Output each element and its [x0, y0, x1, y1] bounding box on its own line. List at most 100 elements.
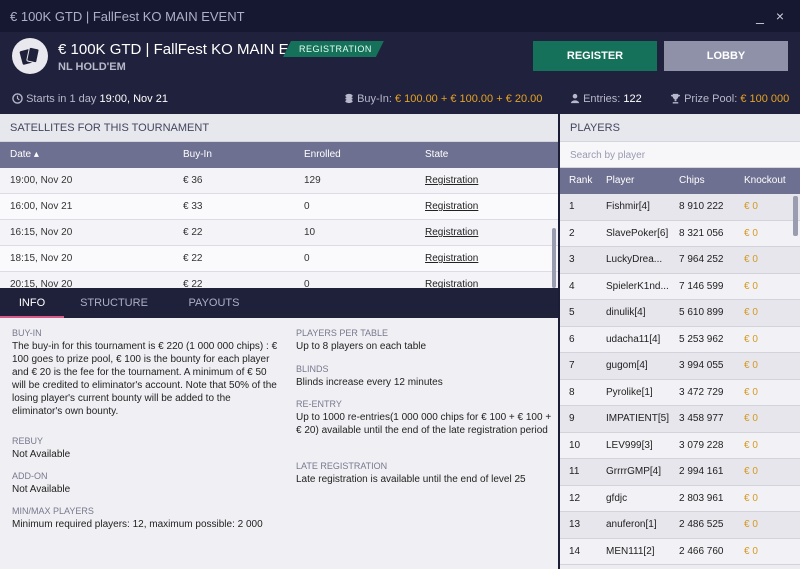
- minimize-button[interactable]: _: [750, 8, 770, 24]
- row-chips: 3 458 977: [679, 413, 724, 424]
- row-rank: 13: [569, 519, 581, 530]
- buy-in-label: Buy-In:: [357, 93, 392, 105]
- row-date: 20:15, Nov 20: [10, 279, 73, 288]
- table-row[interactable]: 8 Pyrolike[1] 3 472 729 € 0: [560, 379, 800, 406]
- lobby-button[interactable]: LOBBY: [664, 41, 788, 71]
- satellites-table-body: 19:00, Nov 20 € 36 129 Registration 16:0…: [0, 168, 558, 288]
- table-row[interactable]: 18:15, Nov 20 € 22 0 Registration: [0, 246, 558, 272]
- row-enrolled: 0: [304, 253, 310, 264]
- table-row[interactable]: 16:15, Nov 20 € 22 10 Registration: [0, 220, 558, 246]
- row-knockout: € 0: [744, 492, 758, 504]
- row-rank: 1: [569, 201, 575, 212]
- col-enrolled[interactable]: Enrolled: [304, 142, 341, 168]
- col-knockout[interactable]: Knockout: [744, 168, 786, 195]
- rebuy-text: Not Available: [12, 449, 71, 460]
- row-chips: 2 486 525: [679, 519, 724, 530]
- row-player: SpielerK1nd...: [606, 280, 669, 292]
- buy-in-heading: BUY-IN: [12, 328, 42, 338]
- entries-value: 122: [623, 93, 642, 105]
- col-date[interactable]: Date ▴: [10, 142, 39, 168]
- table-row[interactable]: 10 LEV999[3] 3 079 228 € 0: [560, 432, 800, 459]
- table-row[interactable]: 6 udacha11[4] 5 253 962 € 0: [560, 326, 800, 353]
- row-chips: 7 964 252: [679, 254, 724, 265]
- row-knockout: € 0: [744, 227, 758, 239]
- player-search-input[interactable]: [560, 142, 800, 168]
- table-row[interactable]: 12 gfdjc 2 803 961 € 0: [560, 485, 800, 512]
- row-rank: 2: [569, 227, 575, 239]
- tab-structure[interactable]: STRUCTURE: [64, 288, 164, 318]
- table-row[interactable]: 3 LuckyDrea... 7 964 252 € 0: [560, 247, 800, 274]
- row-rank: 6: [569, 333, 575, 345]
- table-row[interactable]: 20:15, Nov 20 € 22 0 Registration: [0, 272, 558, 288]
- add-on-text: Not Available: [12, 484, 71, 495]
- game-type: NL HOLD'EM: [58, 61, 126, 73]
- tab-payouts[interactable]: PAYOUTS: [164, 288, 264, 318]
- row-state-link[interactable]: Registration: [425, 246, 478, 272]
- table-row[interactable]: 5 dinulik[4] 5 610 899 € 0: [560, 300, 800, 327]
- satellites-title: SATELLITES FOR THIS TOURNAMENT: [0, 114, 558, 142]
- register-button[interactable]: REGISTER: [533, 41, 657, 71]
- row-chips: 3 472 729: [679, 386, 724, 398]
- row-state-link[interactable]: Registration: [425, 220, 478, 246]
- players-table-body: 1 Fishmir[4] 8 910 222 € 0 2 SlavePoker[6] 8 3…: [560, 194, 800, 565]
- info-tabs: INFO STRUCTURE PAYOUTS: [0, 288, 558, 318]
- min-max-text: Minimum required players: 12, maximum po…: [12, 519, 263, 530]
- row-buy-in: € 22: [183, 227, 203, 238]
- table-row[interactable]: 11 GrrrrGMP[4] 2 994 161 € 0: [560, 459, 800, 486]
- row-chips: 3 994 055: [679, 360, 724, 371]
- tournament-header: € 100K GTD | FallFest KO MAIN E... NL HO…: [0, 32, 800, 82]
- player-search: [560, 142, 800, 168]
- user-icon: [570, 93, 580, 104]
- tournament-infobar: Starts in 1 day 19:00, Nov 21 Buy-In: € …: [0, 82, 800, 114]
- row-player: udacha11[4]: [606, 333, 661, 345]
- close-button[interactable]: ×: [770, 8, 790, 24]
- col-chips[interactable]: Chips: [679, 168, 705, 195]
- table-row[interactable]: 1 Fishmir[4] 8 910 222 € 0: [560, 194, 800, 221]
- table-row[interactable]: 14 MEN111[2] 2 466 760 € 0: [560, 538, 800, 565]
- row-state-link[interactable]: Registration: [425, 194, 478, 220]
- starts-label: Starts in 1 day: [26, 93, 97, 105]
- row-player: gugom[4]: [606, 360, 648, 371]
- row-knockout: € 0: [744, 545, 758, 557]
- row-player: LEV999[3]: [606, 439, 653, 451]
- blinds-text: Blinds increase every 12 minutes: [296, 377, 443, 388]
- row-rank: 14: [569, 545, 581, 557]
- row-player: Fishmir[4]: [606, 201, 650, 212]
- table-row[interactable]: 7 gugom[4] 3 994 055 € 0: [560, 353, 800, 380]
- col-rank[interactable]: Rank: [569, 168, 592, 195]
- window-titlebar: € 100K GTD | FallFest KO MAIN EVENT _ ×: [0, 0, 800, 32]
- players-per-table-text: Up to 8 players on each table: [296, 341, 427, 352]
- col-state[interactable]: State: [425, 142, 448, 168]
- row-state-link[interactable]: Registration: [425, 272, 478, 288]
- row-rank: 11: [569, 466, 580, 477]
- players-panel: PLAYERS Rank Player Chips Knockout 1 Fish…: [560, 114, 800, 569]
- table-row[interactable]: 9 IMPATIENT[5] 3 458 977 € 0: [560, 406, 800, 433]
- table-row[interactable]: 19:00, Nov 20 € 36 129 Registration: [0, 168, 558, 194]
- satellites-scrollbar[interactable]: [552, 228, 556, 288]
- table-row[interactable]: 16:00, Nov 21 € 33 0 Registration: [0, 194, 558, 220]
- tournament-title: € 100K GTD | FallFest KO MAIN E...: [58, 41, 302, 58]
- row-state-link[interactable]: Registration: [425, 168, 478, 194]
- prize-pool-info: Prize Pool: € 100 000: [670, 93, 789, 105]
- row-player: anuferon[1]: [606, 519, 657, 530]
- row-buy-in: € 22: [183, 279, 203, 288]
- row-chips: 2 994 161: [679, 466, 724, 477]
- players-table-header: Rank Player Chips Knockout: [560, 168, 800, 194]
- left-panel: SATELLITES FOR THIS TOURNAMENT Date ▴ Bu…: [0, 114, 558, 569]
- row-date: 16:00, Nov 21: [10, 201, 73, 212]
- row-buy-in: € 33: [183, 201, 203, 212]
- col-player[interactable]: Player: [606, 168, 634, 195]
- buy-in-text: The buy-in for this tournament is € 220 …: [12, 341, 278, 417]
- table-row[interactable]: 2 SlavePoker[6] 8 321 056 € 0: [560, 220, 800, 247]
- table-row[interactable]: 4 SpielerK1nd... 7 146 599 € 0: [560, 273, 800, 300]
- col-buy-in[interactable]: Buy-In: [183, 142, 212, 168]
- table-row[interactable]: 13 anuferon[1] 2 486 525 € 0: [560, 512, 800, 539]
- row-player: gfdjc: [606, 492, 628, 504]
- starts-time: 19:00, Nov 21: [99, 93, 168, 105]
- row-chips: 5 253 962: [679, 333, 724, 345]
- players-scrollbar[interactable]: [793, 196, 798, 236]
- tab-info[interactable]: INFO: [0, 288, 64, 318]
- row-chips: 2 803 961: [679, 492, 724, 504]
- row-rank: 5: [569, 307, 575, 318]
- row-knockout: € 0: [744, 254, 758, 265]
